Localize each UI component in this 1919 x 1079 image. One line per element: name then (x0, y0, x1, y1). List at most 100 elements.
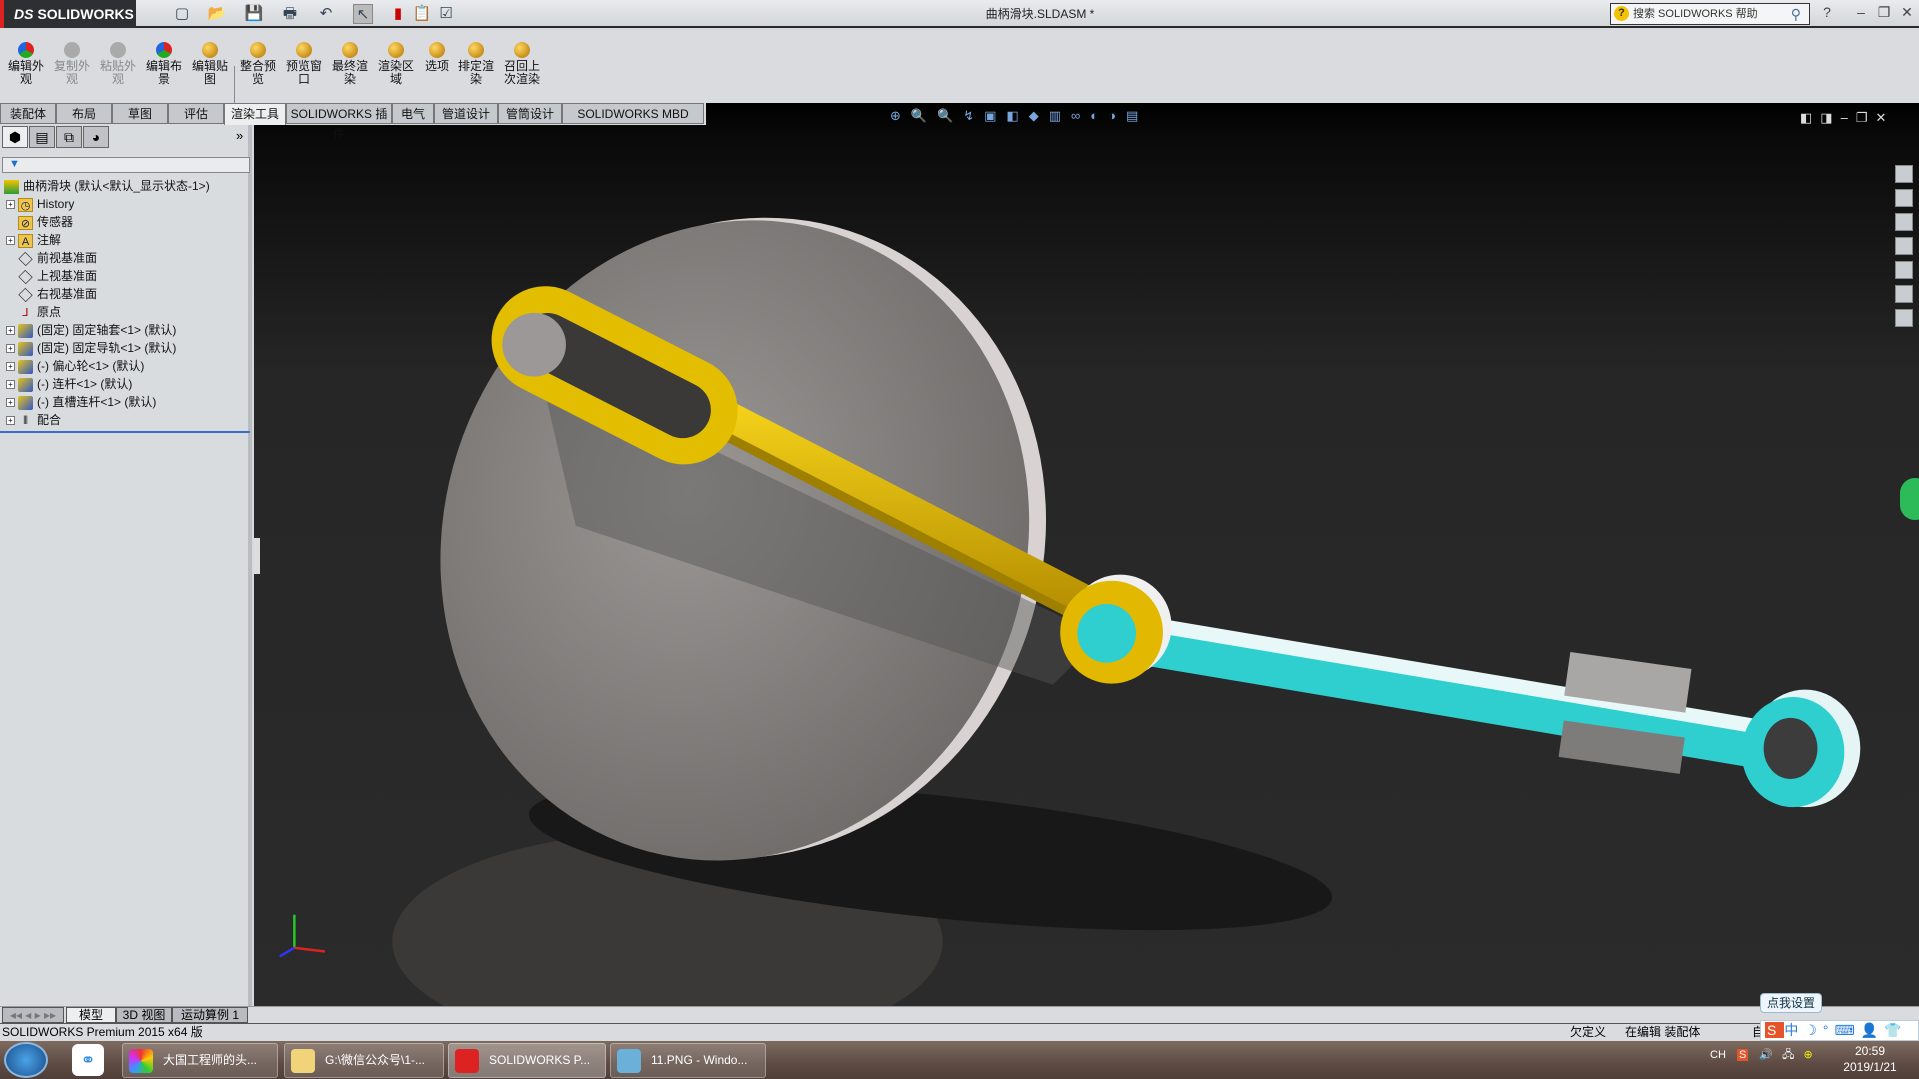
render-region-button[interactable]: 渲染区域 (374, 42, 418, 86)
graphics-viewport[interactable] (254, 103, 1919, 1052)
expand-icon[interactable]: + (6, 416, 15, 426)
minimize-button[interactable]: – (1852, 4, 1870, 22)
security-icon[interactable]: ⊕ (1803, 1049, 1812, 1061)
tab-electrical[interactable]: 电气 (392, 103, 434, 124)
close-button[interactable]: ✕ (1898, 4, 1916, 22)
panel-splitter[interactable] (254, 538, 260, 574)
tree-item-sensors[interactable]: ⊘ 传感器 (0, 213, 250, 231)
tab-render-tools[interactable]: 渲染工具 (224, 103, 286, 125)
ime-mode[interactable]: 中 (1784, 1022, 1804, 1038)
expand-icon[interactable]: + (6, 362, 15, 372)
file-explorer-icon[interactable] (1895, 213, 1913, 231)
help-search-input[interactable]: ? 搜索 SOLIDWORKS 帮助 ⚲ (1610, 3, 1810, 25)
baidu-netdisk-icon[interactable]: ⚭ (72, 1044, 104, 1076)
tab-motion-study[interactable]: 运动算例 1 (172, 1007, 248, 1023)
tab-assembly[interactable]: 装配体 (0, 103, 56, 124)
sogou-icon[interactable]: S (1765, 1022, 1785, 1038)
expand-panel-icon[interactable]: » (236, 128, 243, 143)
integrated-preview-button[interactable]: 整合预览 (236, 42, 280, 86)
side-expand-button[interactable] (1900, 478, 1919, 520)
tab-model[interactable]: 模型 (66, 1007, 116, 1023)
tree-item-origin[interactable]: ⅃ 原点 (0, 303, 250, 321)
options-button[interactable]: 选项 (415, 42, 459, 73)
taskbar-label: G:\微信公众号\1-... (325, 1053, 426, 1067)
tree-item-component[interactable]: + (-) 直槽连杆<1> (默认) (0, 393, 250, 411)
command-manager-tabs: 装配体 布局 草图 评估 渲染工具 SOLIDWORKS 插件 电气 管道设计 … (0, 103, 706, 141)
configuration-tab-icon[interactable]: ⧉ (56, 126, 82, 148)
taskbar-solidworks[interactable]: SOLIDWORKS P... (448, 1043, 606, 1078)
network-icon[interactable]: 🖧 (1782, 1049, 1794, 1061)
feature-tree-tab-icon[interactable]: ⬢ (2, 126, 28, 148)
clock[interactable]: 20:59 2019/1/21 (1830, 1043, 1910, 1075)
paste-appearance-button[interactable]: 粘贴外观 (96, 42, 140, 86)
help-menu-icon[interactable]: ? (1818, 4, 1836, 22)
tree-item-component[interactable]: + (固定) 固定轴套<1> (默认) (0, 321, 250, 339)
heads-up-view-toolbar[interactable]: ⊕🔍🔍↯▣◧◆▥∞◐◑▤ (890, 108, 1148, 124)
sogou-tray-icon[interactable]: S (1736, 1049, 1749, 1061)
part-icon (18, 341, 33, 356)
expand-icon[interactable]: + (6, 344, 15, 354)
tree-item-history[interactable]: + ◷ History (0, 195, 250, 213)
expand-icon[interactable]: + (6, 380, 15, 390)
tab-3d-views[interactable]: 3D 视图 (116, 1007, 172, 1023)
tree-item-front-plane[interactable]: 前视基准面 (0, 249, 250, 267)
edit-decal-button[interactable]: 编辑贴图 (188, 42, 232, 86)
tree-root[interactable]: 曲柄滑块 (默认<默认_显示状态-1>) (0, 177, 250, 195)
copy-appearance-button[interactable]: 复制外观 (50, 42, 94, 86)
tree-item-component[interactable]: + (-) 连杆<1> (默认) (0, 375, 250, 393)
tab-scroll-arrows[interactable]: ◂◂ ◂ ▸ ▸▸ (2, 1007, 64, 1023)
recall-last-render-button[interactable]: 召回上次渲染 (500, 42, 544, 86)
start-button[interactable] (4, 1042, 48, 1078)
feature-manager-panel: ⬢ ▤ ⧉ ◕ » ▼ 曲柄滑块 (默认<默认_显示状态-1>) + ◷ History … (0, 124, 252, 1006)
display-manager-tab-icon[interactable]: ◕ (83, 126, 109, 148)
expand-icon[interactable]: + (6, 398, 15, 408)
tab-solidworks-addins[interactable]: SOLIDWORKS 插件 (286, 103, 392, 141)
tab-sketch[interactable]: 草图 (112, 103, 168, 124)
expand-icon[interactable]: + (6, 200, 15, 210)
tab-tubing[interactable]: 管筒设计 (498, 103, 562, 124)
edit-scene-button[interactable]: 编辑布景 (142, 42, 186, 86)
restore-button[interactable]: ❐ (1875, 4, 1893, 22)
tree-filter[interactable]: ▼ (2, 157, 250, 173)
expand-icon[interactable]: + (6, 236, 15, 246)
windows-taskbar: 大国工程师的头... G:\微信公众号\1-... SOLIDWORKS P..… (0, 1041, 1919, 1079)
search-icon[interactable]: ⚲ (1791, 4, 1801, 24)
home-icon[interactable] (1895, 165, 1913, 183)
language-indicator[interactable]: CH (1710, 1049, 1726, 1061)
preview-window-button[interactable]: 预览窗口 (282, 42, 326, 86)
property-manager-tab-icon[interactable]: ▤ (29, 126, 55, 148)
tab-solidworks-mbd[interactable]: SOLIDWORKS MBD (562, 103, 704, 124)
task-pane-tabs[interactable] (1895, 165, 1917, 355)
tab-piping[interactable]: 管道设计 (434, 103, 498, 124)
title-bar: DS SOLIDWORKS ▢ 📂 💾 🖶 ↶ ↖ ▮ 📋 ☑ 曲柄滑块.SLDA… (0, 0, 1919, 28)
library-icon[interactable] (1895, 189, 1913, 207)
tree-item-top-plane[interactable]: 上视基准面 (0, 267, 250, 285)
tree-item-annotations[interactable]: + A 注解 (0, 231, 250, 249)
ime-toolbar[interactable]: S中☽°⌨👤👕🔧 (1760, 1020, 1919, 1057)
taskbar-explorer[interactable]: G:\微信公众号\1-... (284, 1043, 444, 1078)
taskbar-label: 大国工程师的头... (163, 1053, 258, 1067)
tree-item-mates[interactable]: + ⦀ 配合 (0, 411, 250, 429)
connecting-rod[interactable] (1105, 625, 1802, 776)
tab-evaluate[interactable]: 评估 (168, 103, 224, 124)
forum-icon[interactable] (1895, 309, 1913, 327)
edit-appearance-button[interactable]: 编辑外观 (4, 42, 48, 86)
volume-icon[interactable]: 🔊 (1759, 1049, 1773, 1061)
final-render-button[interactable]: 最终渲染 (328, 42, 372, 86)
tree-item-component[interactable]: + (固定) 固定导轨<1> (默认) (0, 339, 250, 357)
rod-end-hole (1763, 717, 1818, 779)
appearances-icon[interactable] (1895, 261, 1913, 279)
expand-icon[interactable]: + (6, 326, 15, 336)
taskbar-photo-viewer[interactable]: 11.PNG - Windo... (610, 1043, 766, 1078)
ime-tooltip[interactable]: 点我设置 (1760, 993, 1822, 1013)
schedule-render-button[interactable]: 排定渲染 (454, 42, 498, 86)
tab-layout[interactable]: 布局 (56, 103, 112, 124)
tree-item-right-plane[interactable]: 右视基准面 (0, 285, 250, 303)
palette-icon[interactable] (1895, 237, 1913, 255)
custom-properties-icon[interactable] (1895, 285, 1913, 303)
appearance-icon (18, 42, 34, 58)
help-icon: ? (1614, 6, 1629, 21)
viewport-window-controls[interactable]: ◧◨–❐✕ (1800, 110, 1894, 126)
tree-item-component[interactable]: + (-) 偏心轮<1> (默认) (0, 357, 250, 375)
taskbar-browser[interactable]: 大国工程师的头... (122, 1043, 278, 1078)
